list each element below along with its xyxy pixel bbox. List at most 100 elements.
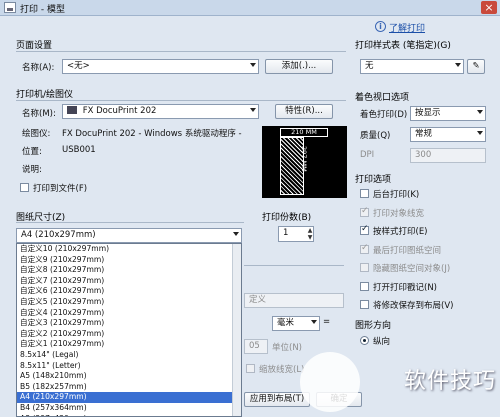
paper-size-option[interactable]: 自定义3 (210x297mm) [17,318,241,329]
chevron-down-icon [455,63,461,67]
page-setup-group-label: 页面设置 [16,41,53,51]
quality-select[interactable]: 常规 [410,127,486,142]
plot-option-label: 按样式打印(E) [373,227,428,237]
window-title: 打印 - 模型 [20,5,65,15]
preview-width-dimension: 210 MM [280,128,328,137]
chevron-down-icon [477,131,483,135]
scale-value-input: 05 [244,339,268,354]
paper-size-option[interactable]: 自定义6 (210x297mm) [17,286,241,297]
divider [16,222,244,223]
edit-plot-style-icon[interactable]: ✎ [467,59,485,74]
scale-value: 05 [249,341,260,351]
plot-option-checkbox[interactable] [360,281,369,291]
chevron-down-icon [250,63,256,67]
add-page-setup-button[interactable]: 添加(.)... [265,59,333,74]
plot-option-checkbox[interactable] [360,189,369,198]
printer-properties-button[interactable]: 特性(R)... [275,104,333,119]
paper-size-option[interactable]: 自定义5 (210x297mm) [17,297,241,308]
plot-style-value: 无 [365,61,374,71]
description-label: 说明: [22,165,42,175]
copies-group-label: 打印份数(B) [262,213,312,223]
portrait-label: 纵向 [373,337,391,347]
divider [244,265,344,266]
quality-label: 质量(Q) [360,131,391,141]
chevron-down-icon [233,232,239,236]
orientation-group-label: 图形方向 [355,321,392,331]
paper-size-dropdown[interactable]: 自定义10 (210x297mm) 自定义9 (210x297mm) 自定义8 (2… [16,243,242,417]
page-setup-name-label: 名称(A): [22,63,55,73]
print-to-file-checkbox[interactable] [20,183,29,192]
unit-select[interactable]: 毫米 [272,316,320,331]
page-setup-name-select[interactable]: <无> [62,59,259,74]
paper-size-option[interactable]: B5 (182x257mm) [17,382,241,393]
paper-size-option[interactable]: 自定义10 (210x297mm) [17,244,241,255]
location-value: USB001 [62,145,96,155]
chevron-down-icon [477,110,483,114]
custom-scale-value: 定义 [249,295,267,305]
paper-size-option[interactable]: 自定义9 (210x297mm) [17,255,241,266]
paper-size-option[interactable]: 自定义8 (210x297mm) [17,265,241,276]
paper-size-option[interactable]: 自定义7 (210x297mm) [17,276,241,287]
dpi-label: DPI [360,150,375,160]
paper-size-option[interactable]: 自定义2 (210x297mm) [17,329,241,340]
custom-scale-select: 定义 [244,293,344,308]
paper-size-option[interactable]: A3 (297x420mm) [17,414,241,417]
dpi-value: 300 [415,150,432,160]
apply-to-layout-button[interactable]: 应用到布局(T) [244,392,310,407]
preview-height-dimension: 297 MM [300,146,308,172]
info-icon[interactable]: i [375,21,386,32]
printer-icon [67,106,77,114]
plot-option-checkbox [360,263,369,272]
paper-size-select[interactable]: A4 (210x297mm) [16,228,242,243]
portrait-radio[interactable] [360,336,369,345]
print-to-file-label: 打印到文件(F) [33,184,88,194]
watermark-badge [300,352,360,412]
unit-label: 单位(N) [272,343,302,353]
plot-option-label: 后台打印(K) [373,190,420,200]
paper-size-option[interactable]: A4 (210x297mm) [17,392,241,403]
shade-plot-select[interactable]: 按显示 [410,106,486,121]
location-label: 位置: [22,147,42,157]
printer-name-label: 名称(M): [22,109,56,119]
plot-style-group-label: 打印样式表 (笔指定)(G) [355,41,451,51]
scale-lineweights-label: 缩放线宽(L) [259,365,305,375]
plot-option-label: 将修改保存到布局(V) [373,301,454,311]
quality-value: 常规 [415,129,433,139]
copies-value: 1 [283,228,289,238]
paper-size-option[interactable]: 自定义1 (210x297mm) [17,339,241,350]
printer-app-icon [4,2,16,13]
paper-size-options: 自定义10 (210x297mm) 自定义9 (210x297mm) 自定义8 (2… [17,244,241,417]
plot-option-label: 打印对象线宽 [373,208,425,219]
plotter-label: 绘图仪: [22,129,51,139]
divider [16,51,346,52]
copies-spinner-icon[interactable]: ▲ ▼ [306,227,314,241]
scale-lineweights-checkbox [246,364,255,373]
paper-size-option[interactable]: 8.5x11" (Letter) [17,361,241,372]
paper-size-option[interactable]: 8.5x14" (Legal) [17,350,241,361]
unit-value: 毫米 [277,318,295,328]
plot-option-checkbox[interactable] [360,300,369,309]
chevron-down-icon [311,320,317,324]
plot-option-label: 最后打印图纸空间 [373,245,442,256]
plot-option-label: 隐藏图纸空间对象(J) [373,264,451,274]
printer-name-select[interactable]: FX DocuPrint 202 [62,104,259,119]
plot-style-select[interactable]: 无 [360,59,464,74]
plot-option-checkbox[interactable] [360,224,369,235]
printer-name-value: FX DocuPrint 202 [82,106,157,116]
dpi-input: 300 [410,148,486,163]
dropdown-scrollbar[interactable] [232,244,241,416]
paper-size-option[interactable]: A5 (148x210mm) [17,371,241,382]
paper-size-value: A4 (210x297mm) [21,230,96,240]
title-bar: 打印 - 模型 × [0,0,500,16]
learn-print-link[interactable]: 了解打印 [389,21,425,34]
close-button[interactable]: × [481,1,497,14]
divider [16,100,346,101]
viewport-group-label: 着色视口选项 [355,93,410,103]
paper-size-option[interactable]: 自定义4 (210x297mm) [17,308,241,319]
plot-option-label: 打开打印戳记(N) [373,282,437,293]
chevron-down-icon [250,108,256,112]
watermark-text: 软件技巧 [403,369,496,394]
shade-plot-label: 着色打印(D) [360,110,408,120]
plot-option-checkbox [360,243,369,254]
paper-size-option[interactable]: B4 (257x364mm) [17,403,241,414]
